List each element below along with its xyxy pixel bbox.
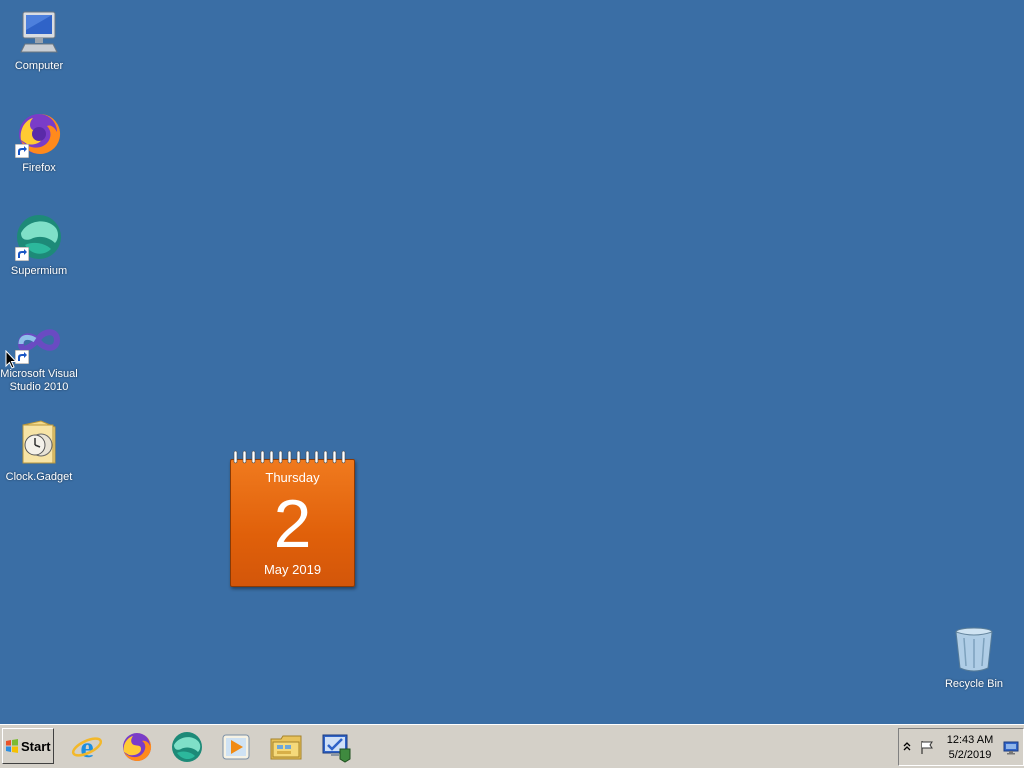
start-button[interactable]: Start: [2, 728, 54, 764]
mouse-cursor-icon: [5, 350, 17, 369]
taskbar-supermium[interactable]: [170, 731, 204, 763]
desktop-icon-label: Computer: [14, 60, 64, 72]
desktop-icon-clock-gadget[interactable]: Clock.Gadget: [0, 419, 78, 484]
control-panel-icon: [322, 734, 351, 763]
internet-explorer-icon: e: [71, 731, 103, 764]
tray-time: 12:43 AM: [946, 734, 994, 746]
firefox-icon: [123, 732, 152, 761]
taskbar-internet-explorer[interactable]: e: [70, 731, 104, 764]
desktop-icon-label: Supermium: [10, 265, 68, 277]
tray-clock[interactable]: 12:43 AM 5/2/2019: [945, 733, 995, 763]
desktop-icon-label: Firefox: [22, 162, 56, 174]
desktop-icon-label: Clock.Gadget: [5, 471, 73, 483]
tray-date: 5/2/2019: [948, 749, 992, 761]
action-center-flag-icon[interactable]: [919, 739, 935, 755]
shortcut-arrow-icon: [15, 144, 29, 158]
file-explorer-icon: [270, 735, 302, 760]
windows-logo-icon: [6, 739, 18, 753]
supermium-icon: [15, 213, 63, 261]
taskbar-control-panel[interactable]: [320, 731, 354, 763]
clock-gadget-icon: [15, 419, 63, 467]
calendar-month-year: May 2019: [263, 562, 322, 577]
taskbar: Start e 12:43 AM 5/2/2019: [0, 724, 1024, 768]
calendar-weekday: Thursday: [265, 470, 320, 485]
shortcut-arrow-icon: [15, 350, 29, 364]
desktop-icon-label: Microsoft Visual Studio 2010: [0, 368, 78, 393]
calendar-gadget[interactable]: Thursday 2 May 2019: [230, 450, 355, 587]
desktop-icon-label: Recycle Bin: [944, 678, 1004, 690]
calendar-rings: [233, 450, 346, 464]
desktop-icon-recycle-bin[interactable]: Recycle Bin: [935, 626, 1013, 691]
calendar-day-number: 2: [273, 486, 312, 562]
taskbar-media-player[interactable]: [219, 731, 253, 763]
shortcut-arrow-icon: [15, 247, 29, 261]
system-tray: 12:43 AM 5/2/2019: [898, 728, 1024, 766]
visual-studio-icon: [15, 322, 63, 364]
firefox-icon: [15, 110, 63, 158]
taskbar-file-explorer[interactable]: [269, 731, 303, 763]
svg-text:e: e: [80, 731, 93, 763]
show-hidden-icons-chevron-icon[interactable]: [903, 741, 911, 753]
taskbar-firefox[interactable]: [120, 731, 154, 763]
media-player-icon: [222, 734, 250, 760]
desktop-icon-firefox[interactable]: Firefox: [0, 110, 78, 175]
start-label: Start: [21, 738, 51, 754]
computer-icon: [15, 8, 63, 56]
desktop-icon-computer[interactable]: Computer: [0, 8, 78, 73]
supermium-icon: [172, 732, 202, 762]
recycle-bin-icon: [950, 626, 998, 674]
desktop[interactable]: Computer Firefox Supermium Microsoft Vis…: [0, 0, 1024, 724]
show-desktop-icon[interactable]: [1003, 741, 1019, 755]
desktop-icon-supermium[interactable]: Supermium: [0, 213, 78, 278]
